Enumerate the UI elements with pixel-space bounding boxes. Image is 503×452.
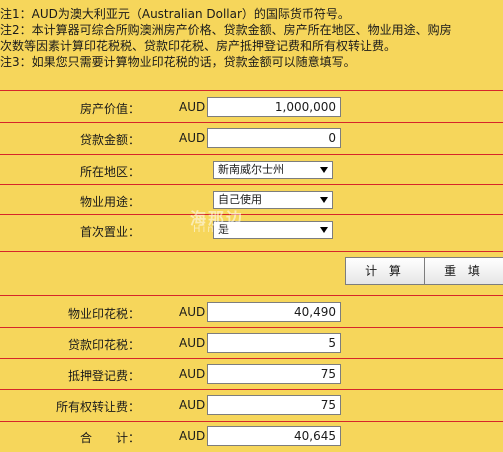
notes-section: 注1：AUD为澳大利亚元（Australian Dollar）的国际货币符号。 … xyxy=(0,6,503,70)
row-loan-stamp: 贷款印花税： AUD 5 xyxy=(0,327,503,359)
transfer-fee-field[interactable]: 75 xyxy=(207,395,341,415)
note-3: 次数等因素计算印花税税、贷款印花税、房产抵押登记费和所有权转让费。 xyxy=(0,39,397,53)
row-transfer-fee: 所有权转让费： AUD 75 xyxy=(0,389,503,422)
row-price: 房产价值： AUD 1,000,000 xyxy=(0,90,503,123)
stamp-duty-label: 物业印花税： xyxy=(67,307,140,321)
region-select[interactable]: 新南威尔士州 xyxy=(213,161,333,179)
stamp-duty-currency: AUD xyxy=(179,305,206,319)
loan-label: 贷款金额： xyxy=(79,133,140,147)
reset-button[interactable]: 重 填 xyxy=(424,257,503,285)
first-home-label: 首次置业： xyxy=(79,225,140,239)
loan-currency: AUD xyxy=(179,131,206,145)
loan-stamp-field[interactable]: 5 xyxy=(207,333,341,353)
row-stamp-duty: 物业印花税： AUD 40,490 xyxy=(0,295,503,328)
calculate-button[interactable]: 计 算 xyxy=(345,257,425,285)
mortgage-fee-currency: AUD xyxy=(179,367,206,381)
price-label: 房产价值： xyxy=(79,102,140,116)
total-label: 合 计： xyxy=(79,431,140,445)
note-1: 注1：AUD为澳大利亚元（Australian Dollar）的国际货币符号。 xyxy=(0,7,350,21)
note-2: 注2：本计算器可综合所购澳洲房产价格、贷款金额、房产所在地区、物业用途、购房 xyxy=(0,23,452,37)
total-currency: AUD xyxy=(179,429,206,443)
loan-input[interactable]: 0 xyxy=(207,128,341,148)
loan-stamp-label: 贷款印花税： xyxy=(67,338,140,352)
price-currency: AUD xyxy=(179,100,206,114)
row-loan: 贷款金额： AUD 0 xyxy=(0,122,503,155)
price-input[interactable]: 1,000,000 xyxy=(207,97,341,117)
row-region: 所在地区： 新南威尔士州 xyxy=(0,154,503,185)
region-label: 所在地区： xyxy=(79,165,140,179)
chevron-down-icon xyxy=(320,227,328,233)
chevron-down-icon xyxy=(320,197,328,203)
stamp-duty-field[interactable]: 40,490 xyxy=(207,302,341,322)
mortgage-fee-field[interactable]: 75 xyxy=(207,364,341,384)
total-field[interactable]: 40,645 xyxy=(207,426,341,446)
watermark-en: Hinabian xyxy=(193,224,254,235)
transfer-fee-label: 所有权转让费： xyxy=(55,400,140,414)
row-total: 合 计： AUD 40,645 xyxy=(0,421,503,452)
region-select-value: 新南威尔士州 xyxy=(218,163,284,176)
loan-stamp-currency: AUD xyxy=(179,336,206,350)
transfer-fee-currency: AUD xyxy=(179,398,206,412)
row-usage: 物业用途： 自己使用 xyxy=(0,184,503,215)
usage-label: 物业用途： xyxy=(79,195,140,209)
note-4: 注3：如果您只需要计算物业印花税的话，贷款金额可以随意填写。 xyxy=(0,55,356,69)
chevron-down-icon xyxy=(320,167,328,173)
divider xyxy=(0,251,503,252)
mortgage-fee-label: 抵押登记费： xyxy=(67,369,140,383)
row-mortgage-fee: 抵押登记费： AUD 75 xyxy=(0,358,503,390)
